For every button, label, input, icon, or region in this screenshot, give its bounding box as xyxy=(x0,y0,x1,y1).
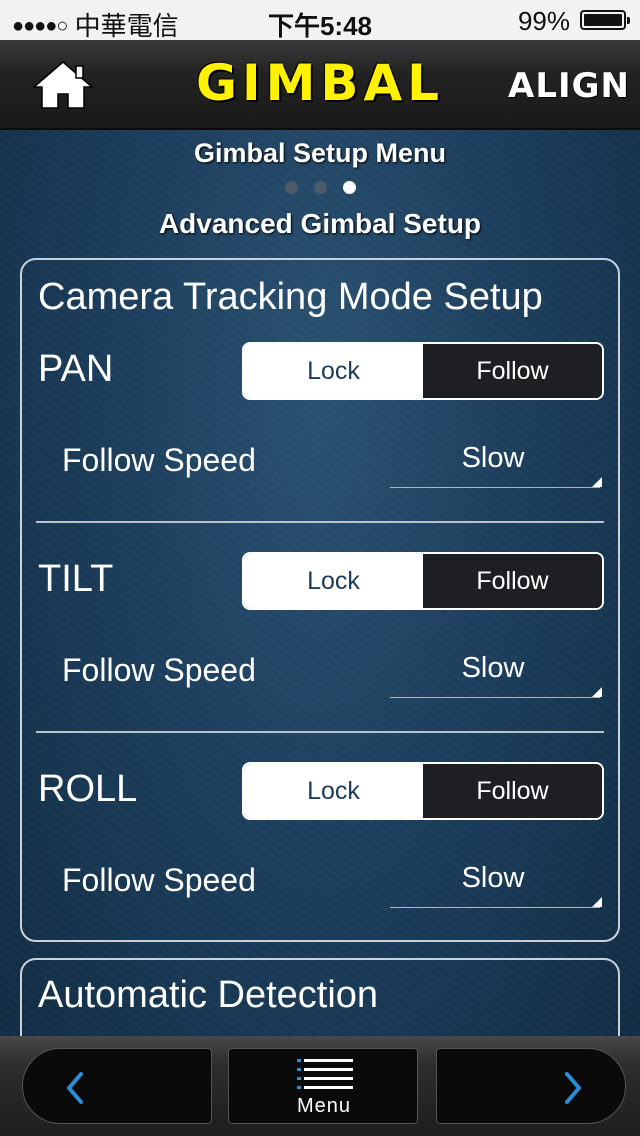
dropdown-corner-icon xyxy=(592,897,602,907)
tilt-follow-speed-select[interactable]: Slow xyxy=(390,652,602,698)
pan-follow-speed-label: Follow Speed xyxy=(62,442,256,478)
divider xyxy=(36,521,604,523)
pan-follow-speed-value: Slow xyxy=(461,442,525,474)
pan-follow-option[interactable]: Follow xyxy=(423,344,602,398)
roll-lock-option[interactable]: Lock xyxy=(244,764,423,818)
menu-button[interactable]: Menu xyxy=(228,1048,418,1124)
status-bar: ●●●●○ 中華電信 下午5:48 99% xyxy=(0,0,640,41)
tilt-follow-speed-label: Follow Speed xyxy=(62,652,256,688)
pan-follow-speed-select[interactable]: Slow xyxy=(390,442,602,488)
pan-lock-option[interactable]: Lock xyxy=(244,344,423,398)
tracking-mode-panel: Camera Tracking Mode Setup PAN Lock Foll… xyxy=(20,258,620,942)
roll-follow-speed-select[interactable]: Slow xyxy=(390,862,602,908)
roll-mode-segmented-control[interactable]: Lock Follow xyxy=(242,762,604,820)
bottom-toolbar: Menu xyxy=(0,1036,640,1136)
axis-label-roll: ROLL xyxy=(38,768,138,810)
panel-title: Camera Tracking Mode Setup xyxy=(38,276,543,318)
chevron-right-icon xyxy=(565,1072,581,1104)
hamburger-menu-icon xyxy=(297,1059,353,1089)
divider xyxy=(36,731,604,733)
dropdown-corner-icon xyxy=(592,687,602,697)
pan-mode-segmented-control[interactable]: Lock Follow xyxy=(242,342,604,400)
page-dot-active[interactable] xyxy=(342,181,356,194)
tilt-lock-option[interactable]: Lock xyxy=(244,554,423,608)
battery-percent: 99% xyxy=(517,6,570,36)
axis-label-tilt: TILT xyxy=(38,558,114,600)
page-subtitle: Advanced Gimbal Setup xyxy=(158,208,482,239)
tilt-follow-speed-value: Slow xyxy=(461,652,525,684)
panel-title: Automatic Detection xyxy=(38,974,379,1016)
dropdown-corner-icon xyxy=(592,477,602,487)
next-page-button[interactable] xyxy=(436,1048,626,1124)
page-dot[interactable] xyxy=(284,181,298,194)
tilt-mode-segmented-control[interactable]: Lock Follow xyxy=(242,552,604,610)
tilt-follow-option[interactable]: Follow xyxy=(423,554,602,608)
page-indicator[interactable] xyxy=(0,181,640,199)
previous-page-button[interactable] xyxy=(22,1048,212,1124)
brand-logo: ALIGN xyxy=(508,66,630,106)
page-dot[interactable] xyxy=(313,181,327,194)
menu-title: Gimbal Setup Menu xyxy=(193,138,447,168)
roll-follow-speed-label: Follow Speed xyxy=(62,862,256,898)
battery-icon xyxy=(580,10,630,30)
axis-label-pan: PAN xyxy=(38,348,114,390)
chevron-left-icon xyxy=(67,1072,83,1104)
app-header: GIMBAL ALIGN xyxy=(0,40,640,130)
roll-follow-speed-value: Slow xyxy=(461,862,525,894)
roll-follow-option[interactable]: Follow xyxy=(423,764,602,818)
menu-label: Menu xyxy=(296,1095,352,1117)
